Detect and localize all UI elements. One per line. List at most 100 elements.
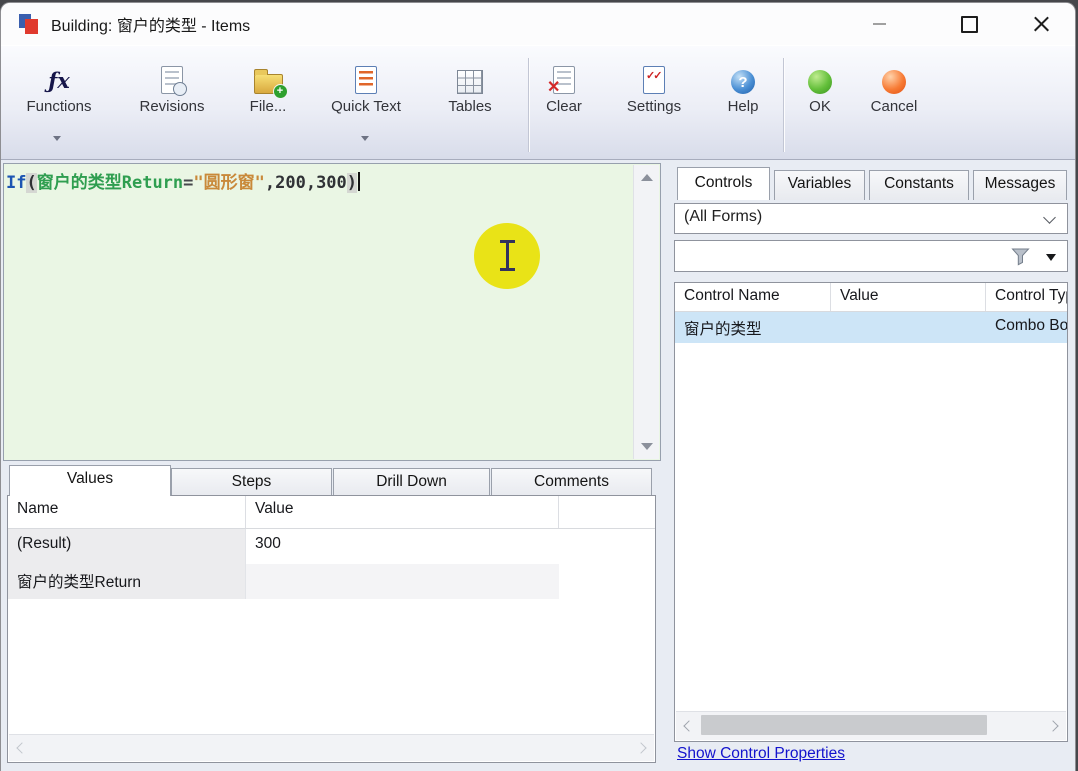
tab-values-label: Values (67, 470, 113, 487)
tab-variables-label: Variables (788, 175, 851, 192)
quick-text-dropdown-caret-icon[interactable] (361, 136, 369, 141)
app-logo-icon (18, 12, 42, 36)
minimize-button[interactable] (856, 9, 902, 39)
controls-header-value[interactable]: Value (831, 283, 986, 311)
values-row-result[interactable]: (Result) 300 (8, 529, 655, 564)
tab-steps-label: Steps (232, 473, 272, 490)
text-caret (358, 172, 360, 191)
forms-dropdown-value: (All Forms) (684, 208, 762, 226)
functions-dropdown-caret-icon[interactable] (53, 136, 61, 141)
help-label: Help (718, 98, 768, 115)
tab-constants-label: Constants (884, 175, 954, 192)
values-row-return[interactable]: 窗户的类型Return (8, 564, 655, 599)
values-row-name: 窗户的类型Return (8, 564, 246, 599)
controls-horizontal-scrollbar[interactable] (676, 711, 1066, 740)
ok-green-sphere-icon (808, 70, 832, 94)
values-row-name: (Result) (8, 529, 246, 564)
tables-grid-icon (457, 70, 483, 94)
tab-messages-label: Messages (985, 175, 1056, 192)
settings-label: Settings (619, 98, 689, 115)
tables-button[interactable]: Tables (438, 60, 502, 146)
file-folder-add-icon (254, 74, 283, 94)
quick-text-label: Quick Text (315, 98, 417, 115)
values-table-header: Name Value (8, 496, 655, 529)
clear-icon: ✕ (553, 66, 575, 94)
tables-label: Tables (438, 98, 502, 115)
formula-editor-window: Building: 窗户的类型 - Items ƒx Functions Rev… (0, 2, 1076, 771)
close-icon (1033, 16, 1050, 33)
functions-label: Functions (13, 98, 105, 115)
tab-messages[interactable]: Messages (973, 170, 1067, 200)
cancel-button[interactable]: Cancel (862, 60, 926, 146)
file-button[interactable]: File... (237, 60, 299, 146)
toolbar: ƒx Functions Revisions File... Quick Tex… (1, 45, 1075, 160)
maximize-button[interactable] (946, 9, 992, 39)
code-operator: = (183, 173, 193, 193)
tab-variables[interactable]: Variables (774, 170, 865, 200)
settings-checklist-icon: ✓✓ (643, 66, 665, 94)
controls-header-type[interactable]: Control Type (986, 283, 1067, 311)
file-label: File... (237, 98, 299, 115)
quick-text-button[interactable]: Quick Text (315, 60, 417, 146)
code-arguments: ,200,300 (265, 173, 347, 193)
maximize-icon (961, 16, 978, 33)
mouse-cursor-highlight (474, 223, 540, 289)
revisions-icon (161, 66, 183, 94)
controls-list: Control Name Value Control Type 窗户的类型 Co… (674, 282, 1068, 742)
code-string-literal: "圆形窗" (193, 173, 264, 193)
revisions-button[interactable]: Revisions (127, 60, 217, 146)
scroll-down-icon[interactable] (641, 443, 653, 450)
filter-input[interactable] (674, 240, 1068, 272)
filter-funnel-icon[interactable] (1010, 247, 1031, 271)
ibeam-cursor-icon (499, 240, 516, 271)
tab-controls[interactable]: Controls (677, 167, 770, 200)
window-title: Building: 窗户的类型 - Items (51, 12, 250, 36)
functions-fx-icon: ƒx (48, 68, 70, 94)
tab-drill-down[interactable]: Drill Down (333, 468, 490, 496)
add-plus-icon (273, 84, 288, 99)
tab-comments[interactable]: Comments (491, 468, 652, 496)
formula-code-line: If(窗户的类型Return="圆形窗",200,300) (6, 168, 360, 193)
tab-constants[interactable]: Constants (869, 170, 969, 200)
formula-editor[interactable]: If(窗户的类型Return="圆形窗",200,300) (3, 163, 661, 461)
controls-row-selected[interactable]: 窗户的类型 Combo Box (675, 312, 1067, 343)
scroll-right-icon[interactable] (635, 742, 646, 753)
tab-drill-down-label: Drill Down (376, 473, 447, 490)
scroll-left-icon[interactable] (683, 720, 694, 731)
show-control-properties-link[interactable]: Show Control Properties (677, 745, 845, 763)
revisions-label: Revisions (127, 98, 217, 115)
tab-steps[interactable]: Steps (171, 468, 332, 496)
scroll-up-icon[interactable] (641, 174, 653, 181)
filter-dropdown-icon[interactable] (1046, 254, 1056, 261)
values-row-value: 300 (246, 529, 559, 564)
tab-comments-label: Comments (534, 473, 609, 490)
scroll-left-icon[interactable] (16, 742, 27, 753)
values-header-name[interactable]: Name (8, 496, 246, 528)
scrollbar-thumb[interactable] (701, 715, 987, 735)
controls-header-name[interactable]: Control Name (675, 283, 831, 311)
values-panel: Name Value (Result) 300 窗户的类型Return (7, 495, 656, 763)
values-row-value (246, 564, 559, 599)
control-name-cell: 窗户的类型 (675, 312, 831, 343)
minimize-icon (873, 23, 886, 25)
forms-dropdown[interactable]: (All Forms) (674, 203, 1068, 234)
settings-button[interactable]: ✓✓ Settings (619, 60, 689, 146)
close-button[interactable] (1018, 9, 1064, 39)
values-horizontal-scrollbar[interactable] (9, 734, 654, 761)
help-button[interactable]: ? Help (718, 60, 768, 146)
cancel-label: Cancel (862, 98, 926, 115)
values-header-spacer (559, 496, 655, 528)
ok-button[interactable]: OK (798, 60, 842, 146)
functions-button[interactable]: ƒx Functions (13, 60, 105, 146)
code-variable: 窗户的类型Return (37, 173, 183, 193)
tab-values[interactable]: Values (9, 465, 171, 496)
values-header-value[interactable]: Value (246, 496, 559, 528)
editor-vertical-scrollbar[interactable] (633, 165, 659, 459)
toolbar-separator (528, 58, 529, 152)
chevron-down-icon (1043, 211, 1056, 224)
clear-button[interactable]: ✕ Clear (536, 60, 592, 146)
code-keyword: If (6, 173, 26, 193)
quick-text-icon (355, 66, 377, 94)
cancel-orange-sphere-icon (882, 70, 906, 94)
scroll-right-icon[interactable] (1047, 720, 1058, 731)
